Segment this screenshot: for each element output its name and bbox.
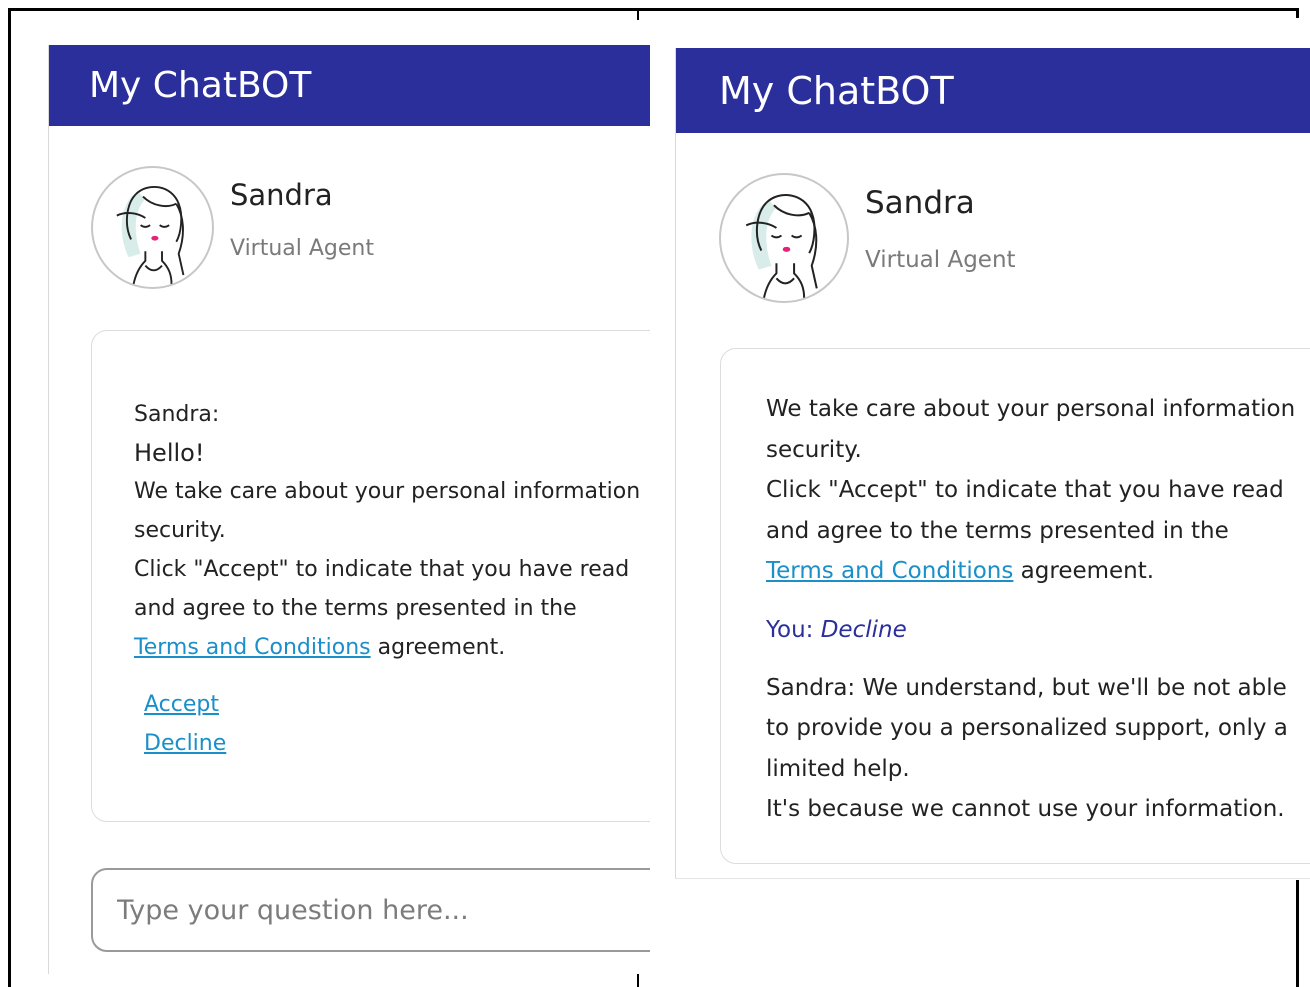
decline-link[interactable]: Decline [144, 724, 650, 763]
agent-text: Sandra Virtual Agent [230, 166, 374, 261]
agent-avatar-illustration [116, 185, 185, 285]
consent-actions: Accept Decline [144, 685, 650, 763]
message-sender: Sandra: [134, 402, 220, 427]
chatbot-header: My ChatBOT [676, 48, 1310, 133]
agent-avatar [719, 173, 849, 303]
terms-link[interactable]: Terms and Conditions [134, 635, 371, 660]
agent-avatar [91, 166, 214, 289]
chatbot-title: My ChatBOT [719, 68, 954, 113]
agent-name: Sandra [230, 178, 333, 212]
message-bubble: Sandra: Hello! We take care about your p… [91, 330, 650, 822]
terms-suffix: agreement. [1013, 558, 1155, 584]
agent-avatar-illustration [745, 194, 818, 299]
frame-right-line-top [1296, 8, 1299, 18]
question-input-box[interactable] [91, 868, 650, 952]
frame-top-line [8, 8, 1298, 11]
message-line: security. [766, 436, 862, 463]
accept-link[interactable]: Accept [144, 685, 650, 724]
chatbot-header: My ChatBOT [49, 45, 650, 126]
message-line: and agree to the terms presented in the [134, 596, 577, 621]
frame-left-line [8, 8, 11, 987]
message-line-terms: Terms and Conditions agreement. [134, 628, 650, 667]
message-line: We take care about your personal informa… [766, 396, 1296, 422]
agent-role: Virtual Agent [865, 247, 1016, 273]
agent-info: Sandra Virtual Agent [91, 166, 374, 289]
message-line: Click "Accept" to indicate that you have… [134, 557, 630, 582]
message-line: security. [134, 518, 226, 543]
agent-name: Sandra [865, 185, 975, 221]
agent-text: Sandra Virtual Agent [865, 173, 1016, 273]
message-line-terms: Terms and Conditions agreement. [766, 551, 1310, 592]
message-line: Click "Accept" to indicate that you have… [766, 477, 1284, 503]
question-input[interactable] [115, 893, 650, 927]
agent-reply-line: It's because we cannot use your informat… [766, 796, 1285, 822]
chatbot-title: My ChatBOT [89, 65, 312, 106]
user-reply-choice: Decline [820, 616, 907, 643]
chatbot-panel-declined: My ChatBOT Sandra Virtual Agent We take … [675, 48, 1310, 879]
agent-reply-line: to provide you a personalized support, o… [766, 715, 1288, 741]
reply-spacer [766, 650, 1310, 668]
user-reply: You: Decline [766, 610, 1310, 650]
message-bubble: We take care about your personal informa… [720, 348, 1310, 864]
agent-reply-line: Sandra: We understand, but we'll be not … [766, 674, 1287, 701]
divider-tick-top [637, 8, 639, 20]
divider-tick-bottom [637, 974, 639, 987]
message-greeting: Hello! [134, 439, 205, 467]
terms-link[interactable]: Terms and Conditions [766, 558, 1013, 584]
chatbot-panel-initial: My ChatBOT Sandra Virtual Agent Sandra: … [48, 45, 650, 974]
message-line: We take care about your personal informa… [134, 479, 641, 504]
message-line: and agree to the terms presented in the [766, 517, 1229, 544]
agent-reply-line: limited help. [766, 755, 910, 782]
user-reply-label: You: [766, 616, 821, 643]
frame-right-line-bottom [1296, 880, 1299, 987]
terms-suffix: agreement. [370, 635, 506, 660]
agent-info: Sandra Virtual Agent [719, 173, 1016, 303]
agent-role: Virtual Agent [230, 236, 374, 261]
